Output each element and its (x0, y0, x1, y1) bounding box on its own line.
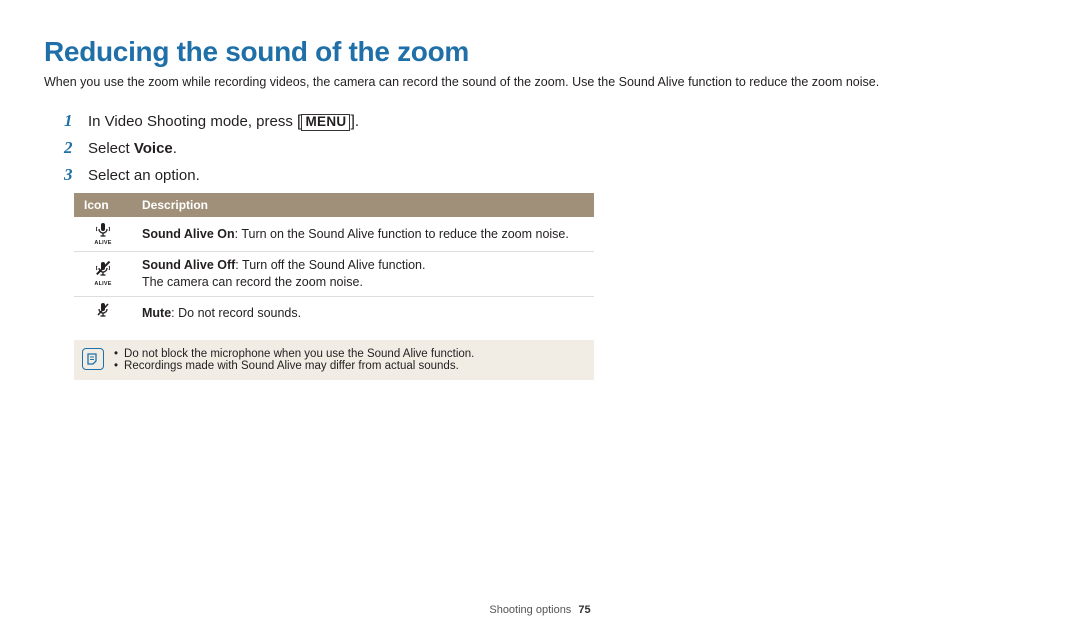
option-desc: : Turn on the Sound Alive function to re… (235, 227, 569, 241)
step-1-post: . (355, 113, 359, 130)
intro-paragraph: When you use the zoom while recording vi… (44, 74, 1036, 91)
step-1: 1 In Video Shooting mode, press [MENU]. (64, 111, 1036, 131)
step-text: Select an option. (88, 167, 200, 184)
option-name: Sound Alive On (142, 227, 235, 241)
table-row: ALIVE Sound Alive Off: Turn off the Soun… (74, 252, 594, 297)
page-title: Reducing the sound of the zoom (44, 36, 1036, 68)
step-1-pre: In Video Shooting mode, press (88, 113, 297, 130)
option-name: Sound Alive Off (142, 258, 235, 272)
col-icon: Icon (74, 193, 132, 217)
icon-label: ALIVE (94, 282, 111, 288)
table-header-row: Icon Description (74, 193, 594, 217)
step-2-post: . (173, 140, 177, 157)
option-desc: : Turn off the Sound Alive function. (235, 258, 425, 272)
mute-icon (96, 302, 110, 320)
icon-label: ALIVE (94, 241, 111, 247)
steps-list: 1 In Video Shooting mode, press [MENU]. … (44, 111, 1036, 185)
step-2-pre: Select (88, 140, 134, 157)
note-icon (82, 348, 104, 370)
sound-alive-on-icon: ALIVE (94, 222, 111, 247)
table-row: ALIVE Sound Alive On: Turn on the Sound … (74, 217, 594, 252)
menu-button-icon: MENU (301, 114, 350, 131)
icon-cell: ALIVE (74, 217, 132, 252)
footer-page-number: 75 (578, 604, 590, 616)
option-desc-line2: The camera can record the zoom noise. (142, 275, 363, 289)
note-list: Do not block the microphone when you use… (114, 348, 474, 372)
note-box: Do not block the microphone when you use… (74, 340, 594, 380)
page-footer: Shooting options 75 (0, 604, 1080, 616)
step-text: In Video Shooting mode, press [MENU]. (88, 113, 359, 131)
table-row: Mute: Do not record sounds. (74, 297, 594, 330)
desc-cell: Mute: Do not record sounds. (132, 297, 594, 330)
option-desc: : Do not record sounds. (171, 306, 301, 320)
note-item: Do not block the microphone when you use… (114, 348, 474, 360)
step-number: 1 (64, 111, 78, 131)
manual-page: Reducing the sound of the zoom When you … (0, 0, 1080, 630)
step-text: Select Voice. (88, 140, 177, 157)
col-description: Description (132, 193, 594, 217)
options-table: Icon Description ALIVE Sound Alive On: T… (74, 193, 594, 330)
desc-cell: Sound Alive On: Turn on the Sound Alive … (132, 217, 594, 252)
step-number: 3 (64, 165, 78, 185)
step-3: 3 Select an option. (64, 165, 1036, 185)
option-name: Mute (142, 306, 171, 320)
step-2-bold: Voice (134, 140, 173, 157)
note-item: Recordings made with Sound Alive may dif… (114, 360, 474, 372)
footer-section: Shooting options (489, 604, 571, 616)
sound-alive-off-icon: ALIVE (94, 261, 111, 288)
icon-cell (74, 297, 132, 330)
icon-cell: ALIVE (74, 252, 132, 297)
desc-cell: Sound Alive Off: Turn off the Sound Aliv… (132, 252, 594, 297)
step-number: 2 (64, 138, 78, 158)
step-2: 2 Select Voice. (64, 138, 1036, 158)
